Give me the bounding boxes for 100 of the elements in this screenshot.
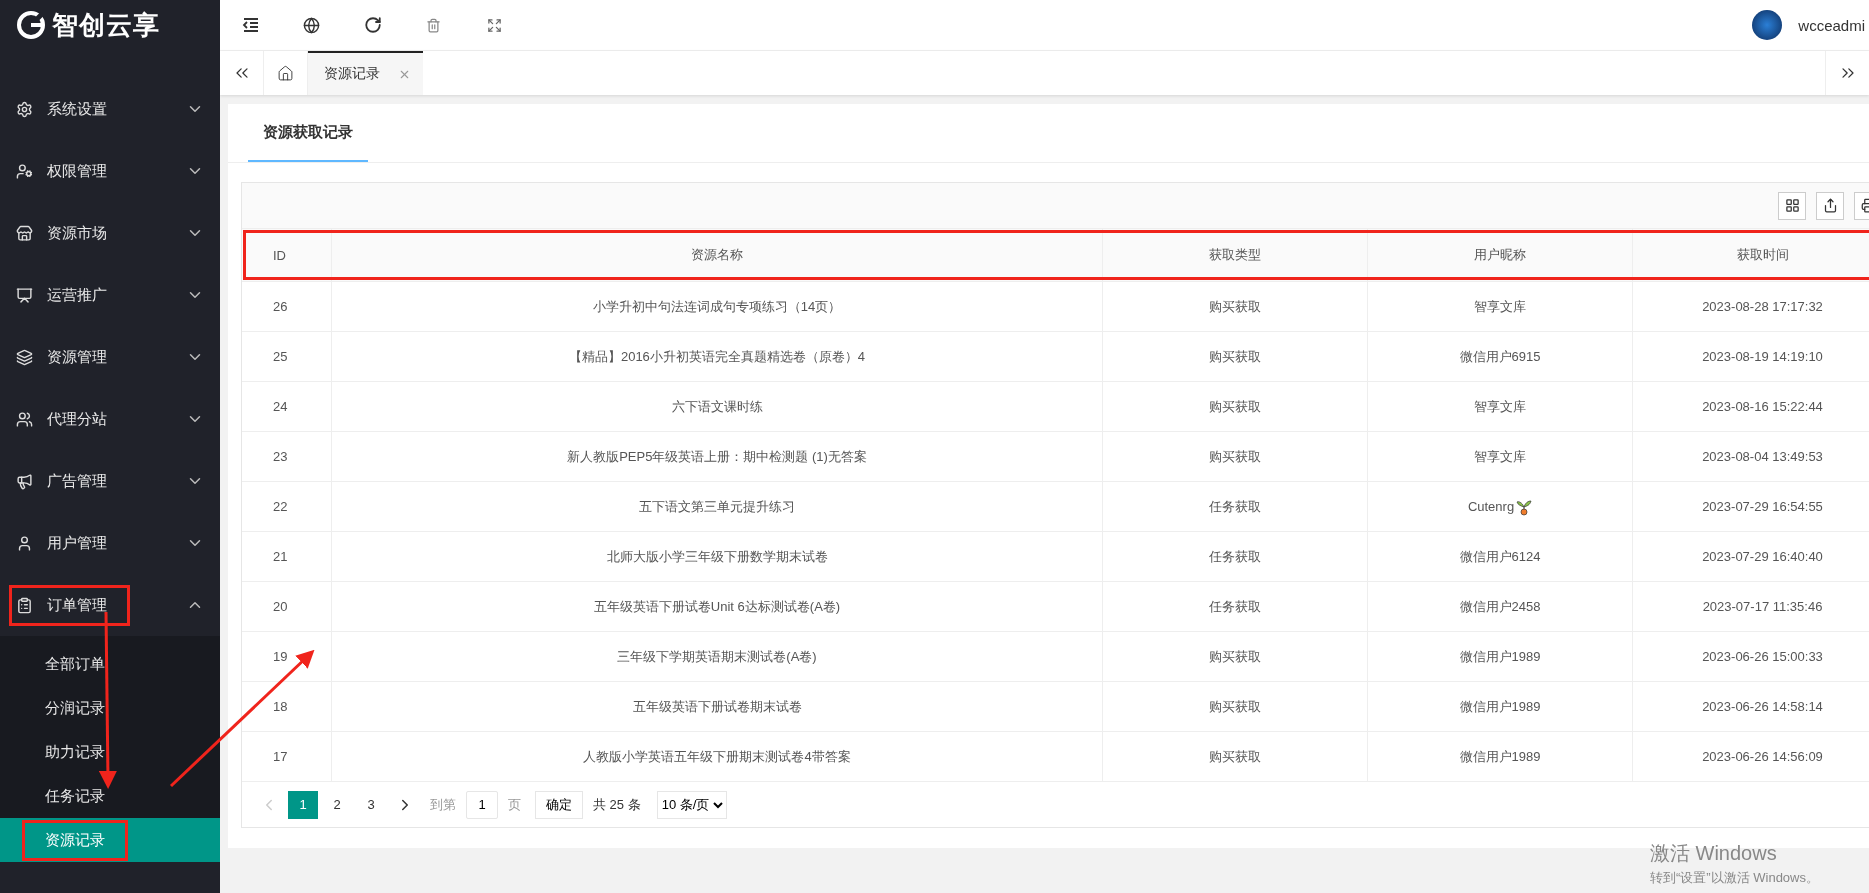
table-cell: 新人教版PEP5年级英语上册：期中检测题 (1)无答案 xyxy=(331,432,1102,481)
table-cell: 2023-06-26 15:00:33 xyxy=(1632,632,1869,681)
submenu-item[interactable]: 资源记录 xyxy=(0,818,220,862)
menu-icon xyxy=(16,224,33,242)
menu-icon xyxy=(16,100,33,118)
table-cell: 2023-06-26 14:56:09 xyxy=(1632,732,1869,781)
column-header: 资源名称 xyxy=(331,229,1102,281)
table-cell: 任务获取 xyxy=(1102,532,1367,581)
table-cell: 2023-08-04 13:49:53 xyxy=(1632,432,1869,481)
table-cell-text: 22 xyxy=(272,498,289,516)
submenu-item[interactable]: 任务记录 xyxy=(0,774,220,818)
expand-icon xyxy=(487,17,502,33)
refresh-icon xyxy=(363,16,382,34)
table-cell: 任务获取 xyxy=(1102,582,1367,631)
table-cell: 五下语文第三单元提升练习 xyxy=(331,482,1102,531)
page-unit: 页 xyxy=(507,795,522,814)
goto-label: 到第 xyxy=(429,795,457,814)
trash-icon xyxy=(426,17,441,33)
column-header: 获取时间 xyxy=(1632,229,1869,281)
table-cell: 2023-07-29 16:54:55 xyxy=(1632,482,1869,531)
column-header: 用户昵称 xyxy=(1367,229,1632,281)
menu-label: 运营推广 xyxy=(47,285,107,305)
table-cell-text: 21 xyxy=(272,548,289,566)
logo-icon xyxy=(16,10,46,40)
table-cell: 购买获取 xyxy=(1102,432,1367,481)
table-cell: 2023-08-16 15:22:44 xyxy=(1632,382,1869,431)
menu-icon xyxy=(16,596,33,614)
table-cell-text: Cutenrg xyxy=(1467,499,1515,514)
menu-icon xyxy=(16,286,33,304)
table-cell: 三年级下学期英语期末测试卷(A卷) xyxy=(331,632,1102,681)
menu-label: 订单管理 xyxy=(47,595,107,615)
menu-label: 广告管理 xyxy=(47,471,107,491)
table-cell: 智享文库 xyxy=(1367,382,1632,431)
annotation-frame: 资源记录 xyxy=(22,819,128,861)
menu-label: 系统设置 xyxy=(47,99,107,119)
table-cell: 微信用户6124 xyxy=(1367,532,1632,581)
table-cell: 任务获取 xyxy=(1102,482,1367,531)
submenu-label: 分润记录 xyxy=(44,697,106,718)
submenu-item[interactable]: 全部订单 xyxy=(0,642,220,686)
home-icon xyxy=(277,64,294,82)
table-cell: 2023-07-17 11:35:46 xyxy=(1632,582,1869,631)
table-cell: 购买获取 xyxy=(1102,632,1367,681)
table-cell: 微信用户1989 xyxy=(1367,682,1632,731)
table-cell-text: 18 xyxy=(272,698,289,716)
sidebar-item[interactable]: 运营推广 xyxy=(0,264,220,326)
sidebar-item[interactable]: 系统设置 xyxy=(0,78,220,140)
confirm-button[interactable]: 确定 xyxy=(535,790,583,819)
page-button[interactable]: 1 xyxy=(288,790,318,819)
page-input[interactable]: 1 xyxy=(466,790,498,819)
table-cell: 微信用户1989 xyxy=(1367,632,1632,681)
export-icon xyxy=(1822,198,1838,213)
avatar[interactable] xyxy=(1752,10,1783,40)
user-name[interactable]: wcceadmi xyxy=(1798,16,1865,34)
menu-icon xyxy=(16,348,33,366)
columns-button[interactable] xyxy=(1778,191,1806,220)
table-cell: 购买获取 xyxy=(1102,382,1367,431)
sidebar-item[interactable]: 资源市场 xyxy=(0,202,220,264)
table-cell: 购买获取 xyxy=(1102,282,1367,331)
sidebar-item[interactable]: 代理分站 xyxy=(0,388,220,450)
submenu-label: 任务记录 xyxy=(44,785,106,806)
grid-icon xyxy=(1784,198,1800,213)
brand-name: 智创云享 xyxy=(52,8,160,42)
submenu-item[interactable]: 助力记录 xyxy=(0,730,220,774)
sidebar-item[interactable]: 用户管理 xyxy=(0,512,220,574)
page-size-select[interactable]: 10 条/页 xyxy=(656,790,727,819)
menu-icon xyxy=(16,472,33,490)
activation-text: 转到“设置”以激活 Windows。 xyxy=(1650,869,1819,887)
menu-label: 资源管理 xyxy=(47,347,107,367)
table-cell: 微信用户2458 xyxy=(1367,582,1632,631)
table-cell: 五年级英语下册试卷Unit 6达标测试卷(A卷) xyxy=(331,582,1102,631)
table-cell: 北师大版小学三年级下册数学期末试卷 xyxy=(331,532,1102,581)
sidebar-item[interactable]: 权限管理 xyxy=(0,140,220,202)
table-cell-text: 17 xyxy=(272,748,289,766)
table-cell: 微信用户6915 xyxy=(1367,332,1632,381)
table-cell: 【精品】2016小升初英语完全真题精选卷（原卷）4 xyxy=(331,332,1102,381)
sidebar-item[interactable]: 订单管理 xyxy=(0,574,220,636)
activation-title: 激活 Windows xyxy=(1650,841,1778,866)
table-cell: 智享文库 xyxy=(1367,282,1632,331)
card-tab[interactable]: 资源获取记录 xyxy=(248,104,368,162)
table-cell-text: 25 xyxy=(272,348,289,366)
export-button[interactable] xyxy=(1816,191,1844,220)
globe-icon xyxy=(303,16,320,34)
column-header: ID xyxy=(272,246,287,265)
sidebar-item[interactable]: 广告管理 xyxy=(0,450,220,512)
column-header: 获取类型 xyxy=(1102,229,1367,281)
table-cell: 购买获取 xyxy=(1102,332,1367,381)
table-cell: 人教版小学英语五年级下册期末测试卷4带答案 xyxy=(331,732,1102,781)
table-cell: 2023-06-26 14:58:14 xyxy=(1632,682,1869,731)
table-cell: 2023-08-19 14:19:10 xyxy=(1632,332,1869,381)
menu-fold-icon xyxy=(241,17,260,33)
table-cell: 2023-08-28 17:17:32 xyxy=(1632,282,1869,331)
table-cell: 小学升初中句法连词成句专项练习（14页） xyxy=(331,282,1102,331)
sidebar-item[interactable]: 资源管理 xyxy=(0,326,220,388)
table-cell: 智享文库 xyxy=(1367,432,1632,481)
submenu-item[interactable]: 分润记录 xyxy=(0,686,220,730)
menu-icon xyxy=(16,534,33,552)
table-cell: 2023-07-29 16:40:40 xyxy=(1632,532,1869,581)
page-tab[interactable]: 资源记录 xyxy=(308,51,423,95)
table-cell: 购买获取 xyxy=(1102,682,1367,731)
table-cell: 六下语文课时练 xyxy=(331,382,1102,431)
